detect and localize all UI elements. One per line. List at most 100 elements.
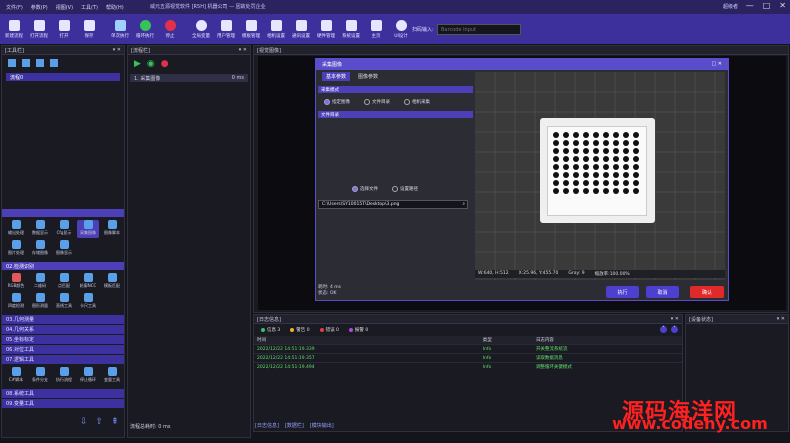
- image-path-field[interactable]: C:\Users\SY10015T\Desktop\3.png ⌕: [318, 200, 468, 209]
- scroll-down-icon[interactable]: ˅: [671, 326, 678, 333]
- section-image-tools[interactable]: [2, 209, 124, 217]
- calibration-dot: [593, 172, 599, 178]
- toolbar-run-once[interactable]: 单次执行: [108, 15, 132, 43]
- filter-info[interactable]: 信息 3: [258, 326, 283, 334]
- play-icon[interactable]: ▶: [134, 59, 141, 69]
- menu-help[interactable]: 帮助(H): [106, 4, 124, 11]
- move-top-icon[interactable]: ⇞: [111, 417, 119, 427]
- copy-flow-icon[interactable]: [22, 59, 30, 67]
- toolbar-save[interactable]: 保存: [77, 15, 101, 43]
- tool-csharp[interactable]: C#脚本: [5, 367, 27, 385]
- tab-data[interactable]: [数据栏]: [285, 422, 304, 429]
- menu-file[interactable]: 文件(F): [6, 4, 23, 11]
- toolbar-new-flow[interactable]: 新建流程: [2, 15, 26, 43]
- section-system[interactable]: 08.系统工具: [2, 389, 124, 398]
- tool-stop-loop[interactable]: 停止循环: [77, 367, 99, 385]
- dialog-window-controls[interactable]: □ ✕: [711, 61, 722, 68]
- toolbar-home[interactable]: 主页: [364, 15, 388, 43]
- section-detect[interactable]: 02.检测识别: [2, 262, 124, 270]
- tab-basic[interactable]: 基本参数: [322, 72, 351, 81]
- tool-cfg-display[interactable]: Cfg显示: [53, 220, 75, 238]
- tool-image-process[interactable]: 图片处理: [5, 240, 27, 258]
- flow-panel-close-icon[interactable]: ▾ ✕: [239, 47, 247, 53]
- section-logic[interactable]: 07.逻辑工具: [2, 355, 124, 364]
- loop-run-icon[interactable]: ◉: [147, 59, 155, 69]
- stop-flow-icon[interactable]: ●: [161, 59, 169, 69]
- radio-set-path[interactable]: 设置路径: [392, 186, 418, 192]
- table-row[interactable]: 2022/12/22 14:51:19.339 Info 开关整流系统流: [254, 344, 682, 354]
- toolbar-global-vars[interactable]: 全局变量: [189, 15, 213, 43]
- status-panel-close-icon[interactable]: ▾ ✕: [777, 316, 785, 322]
- toolbar-open[interactable]: 打开: [52, 15, 76, 43]
- tool-image-script[interactable]: 图像脚本: [101, 220, 123, 238]
- radio-select-file[interactable]: 选择文件: [352, 186, 378, 192]
- section-alignment[interactable]: 06.对位工具: [2, 345, 124, 354]
- section-calibration[interactable]: 05.坐标标定: [2, 335, 124, 344]
- filter-alarm[interactable]: 报警 0: [346, 326, 371, 334]
- radio-specified-image[interactable]: 指定图像: [324, 99, 350, 105]
- tab-log[interactable]: [日志信息]: [255, 422, 279, 429]
- minimize-button[interactable]: —: [746, 1, 754, 10]
- barcode-input[interactable]: [437, 24, 521, 35]
- toolbar-loop[interactable]: 循环执行: [133, 15, 157, 43]
- tree-item-flow0[interactable]: 流程0: [6, 73, 120, 81]
- tool-data-display[interactable]: 数据显示: [29, 220, 51, 238]
- toolbar-template[interactable]: 模板管理: [239, 15, 263, 43]
- menu-params[interactable]: 参数(P): [31, 4, 48, 11]
- toolbar-stop[interactable]: 停止: [158, 15, 182, 43]
- flow-item[interactable]: 1. 采集图像 0 ms: [130, 74, 248, 82]
- tab-image[interactable]: 图像参数: [354, 72, 382, 81]
- toolbar-user[interactable]: 用户管理: [214, 15, 238, 43]
- tool-output[interactable]: 输出处理: [5, 220, 27, 238]
- section-geometry[interactable]: 03.几何测量: [2, 315, 124, 324]
- toolbar-settings[interactable]: 系统设置: [339, 15, 363, 43]
- move-up-icon[interactable]: ⇧: [96, 417, 104, 427]
- link-flow-icon[interactable]: [36, 59, 44, 67]
- add-flow-icon[interactable]: [8, 59, 16, 67]
- close-button[interactable]: ✕: [779, 1, 786, 10]
- filter-error[interactable]: 错误 0: [317, 326, 342, 334]
- scroll-up-icon[interactable]: ˄: [660, 326, 667, 333]
- tool-image-display[interactable]: 图像显示: [53, 240, 75, 258]
- move-down-icon[interactable]: ⇩: [80, 417, 88, 427]
- tool-branch[interactable]: 条件分支: [29, 367, 51, 385]
- delete-flow-icon[interactable]: [50, 59, 58, 67]
- radio-file-directory[interactable]: 文件目录: [364, 99, 390, 105]
- menu-view[interactable]: 视图(V): [56, 4, 73, 11]
- tool-ncc[interactable]: 轮廓NCC: [77, 273, 99, 291]
- toolbar-ui-design[interactable]: UI设计: [389, 15, 413, 43]
- tool-rgb[interactable]: RGB颜色: [5, 273, 27, 291]
- table-row[interactable]: 2022/12/22 14:51:19.494 Info 调整循环关键模式: [254, 362, 682, 371]
- toolbar-open-flow[interactable]: 打开流程: [27, 15, 51, 43]
- section-variable[interactable]: 09.变量工具: [2, 399, 124, 408]
- table-row[interactable]: 2022/12/22 14:51:19.357 Info 读取数据消息: [254, 353, 682, 363]
- tool-point-match[interactable]: 点匹配: [53, 273, 75, 291]
- tool-caliper[interactable]: 卡尺工具: [77, 293, 99, 311]
- log-panel-pin-icon[interactable]: ▾ ✕: [671, 316, 679, 322]
- radio-camera[interactable]: 相机采集: [404, 99, 430, 105]
- tool-line[interactable]: 直线工具: [53, 293, 75, 311]
- section-relation[interactable]: 04.几何关系: [2, 325, 124, 334]
- toolbar-hardware[interactable]: 硬件管理: [314, 15, 338, 43]
- tool-qrcode[interactable]: 二维码: [29, 273, 51, 291]
- tool-variable[interactable]: 变量工具: [101, 367, 123, 385]
- calibration-dot: [623, 180, 629, 186]
- menu-tools[interactable]: 工具(T): [81, 4, 98, 11]
- tool-save-image[interactable]: 存储图像: [29, 240, 51, 258]
- tool-four-detect[interactable]: 四度检测: [5, 293, 27, 311]
- confirm-button[interactable]: 确认: [690, 286, 724, 298]
- toolbar-comm[interactable]: 通讯设置: [289, 15, 313, 43]
- tool-acquire-image[interactable]: 采集图像: [77, 220, 99, 238]
- panel-close-icon[interactable]: ▾ ✕: [113, 47, 121, 53]
- user-name[interactable]: 超级者: [723, 3, 738, 10]
- search-icon[interactable]: ⌕: [462, 201, 465, 207]
- execute-button[interactable]: 执行: [606, 286, 639, 298]
- tool-shape-measure[interactable]: 图形测量: [29, 293, 51, 311]
- tool-template-match[interactable]: 模板匹配: [101, 273, 123, 291]
- filter-warning[interactable]: 警告 0: [287, 326, 312, 334]
- maximize-button[interactable]: □: [763, 1, 771, 10]
- toolbar-camera[interactable]: 相机设置: [264, 15, 288, 43]
- cancel-button[interactable]: 取消: [646, 286, 679, 298]
- tab-module-output[interactable]: [模块输出]: [310, 422, 334, 429]
- tool-exec-flow[interactable]: 执行流程: [53, 367, 75, 385]
